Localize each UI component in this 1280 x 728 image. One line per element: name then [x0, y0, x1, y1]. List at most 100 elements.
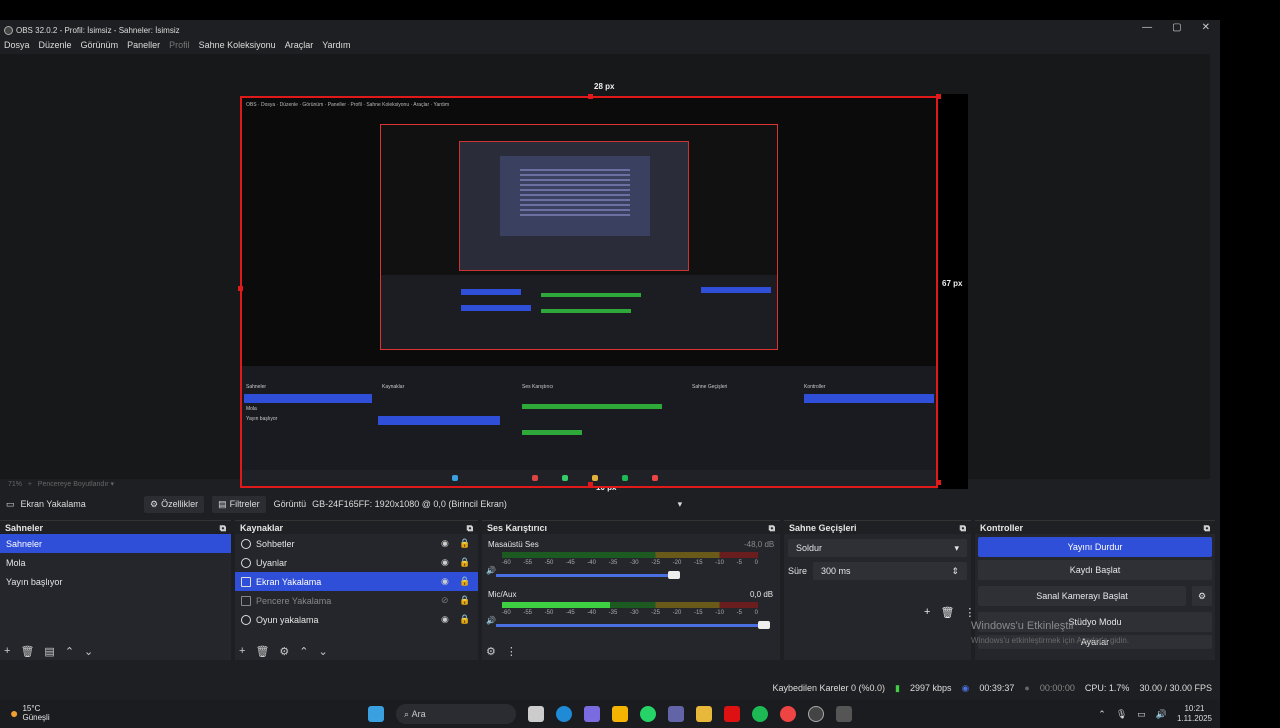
- stop-stream-button[interactable]: Yayını Durdur: [978, 537, 1212, 557]
- scene-item[interactable]: Sahneler: [0, 534, 231, 553]
- trash-icon[interactable]: 🗑: [255, 645, 269, 658]
- filter-icon[interactable]: ▤: [44, 645, 54, 658]
- menu-paneller[interactable]: Paneller: [127, 40, 160, 54]
- arrow-up-icon[interactable]: ⌃: [299, 645, 308, 658]
- minimize-button[interactable]: —: [1142, 22, 1152, 33]
- add-icon[interactable]: +: [239, 645, 245, 658]
- fps: 30.00 / 30.00 FPS: [1139, 683, 1212, 693]
- menu-yardim[interactable]: Yardım: [322, 40, 350, 54]
- track-db: -48,0 dB: [744, 540, 775, 549]
- filters-button[interactable]: ▤ Filtreler: [212, 495, 266, 513]
- menu-gorunum[interactable]: Görünüm: [81, 40, 119, 54]
- gear-icon[interactable]: ⚙: [1192, 586, 1212, 606]
- level-meter: [502, 552, 758, 558]
- volume-knob[interactable]: [758, 621, 770, 629]
- duration-spinbox[interactable]: 300 ms ⇕: [813, 562, 967, 580]
- dock-icon[interactable]: ⧉: [1204, 523, 1210, 533]
- speaker-icon[interactable]: 🔊: [486, 616, 496, 625]
- more-icon[interactable]: ⋮: [964, 606, 975, 619]
- add-icon[interactable]: +: [924, 606, 930, 619]
- volume-icon[interactable]: 🔊: [1156, 709, 1167, 720]
- volume-slider[interactable]: [496, 624, 758, 627]
- trash-icon[interactable]: 🗑: [940, 606, 954, 619]
- menu-sahne-koleksiyonu[interactable]: Sahne Koleksiyonu: [199, 40, 276, 54]
- menu-duzenle[interactable]: Düzenle: [39, 40, 72, 54]
- spinner-icon: ⇕: [951, 565, 959, 576]
- stream-time: 00:39:37: [979, 683, 1015, 693]
- screen-capture-source[interactable]: OBS · Dosya · Düzenle · Görünüm · Panell…: [240, 96, 938, 488]
- add-icon[interactable]: +: [4, 645, 10, 658]
- track-name: Masaüstü Ses: [488, 540, 539, 549]
- properties-button[interactable]: ⚙ Özellikler: [144, 495, 205, 513]
- preview-area[interactable]: 28 px 67 px 10 px OBS · Dosya · Düzenle …: [0, 54, 1210, 492]
- track-db: 0,0 dB: [750, 590, 774, 599]
- menu-araclar[interactable]: Araçlar: [285, 40, 314, 54]
- gear-icon[interactable]: ⚙: [486, 645, 496, 658]
- close-button[interactable]: ✕: [1202, 22, 1210, 33]
- transition-dropdown[interactable]: Soldur ▾: [788, 539, 967, 557]
- fit-mode-dropdown[interactable]: Pencereye Boyutlandır: [38, 481, 109, 488]
- top-margin-label: 28 px: [594, 82, 615, 91]
- trash-icon[interactable]: 🗑: [20, 645, 34, 658]
- dock-icon[interactable]: ⧉: [960, 523, 966, 533]
- menu-dosya[interactable]: Dosya: [4, 40, 30, 54]
- search-box[interactable]: ⌕ Ara: [396, 704, 516, 724]
- start-recording-button[interactable]: Kaydı Başlat: [978, 560, 1212, 580]
- weather-desc: Güneşli: [22, 713, 50, 722]
- mic-icon[interactable]: 🎙: [1116, 709, 1127, 720]
- eye-icon: ◉: [441, 538, 449, 548]
- volume-slider[interactable]: [496, 574, 676, 577]
- dock-panels: Sahneler ⧉ Sahneler Mola Yayın başlıyor +…: [0, 520, 1220, 660]
- clock[interactable]: 10:21 1.11.2025: [1177, 704, 1212, 724]
- tick-label: -60: [502, 560, 511, 566]
- tick-label: -40: [587, 610, 596, 616]
- menu-profil[interactable]: Profil: [169, 40, 190, 54]
- clock-date: 1.11.2025: [1177, 714, 1212, 723]
- arrow-up-icon[interactable]: ⌃: [65, 645, 74, 658]
- controls-title: Kontroller: [980, 523, 1024, 533]
- speaker-icon[interactable]: 🔊: [486, 566, 496, 575]
- tick-label: -40: [587, 560, 596, 566]
- record-icon: ●: [1024, 683, 1030, 693]
- volume-knob[interactable]: [668, 571, 680, 579]
- weather-temp: 15°C: [22, 704, 41, 713]
- chevron-up-icon[interactable]: ⌃: [1098, 709, 1106, 720]
- dock-icon[interactable]: ⧉: [467, 523, 473, 533]
- scene-item[interactable]: Mola: [0, 553, 231, 572]
- arrow-down-icon[interactable]: ⌄: [84, 645, 93, 658]
- title-bar: OBS 32.0.2 - Profil: İsimsiz - Sahneler:…: [0, 20, 1220, 40]
- dock-icon[interactable]: ⧉: [220, 523, 226, 533]
- source-item[interactable]: Uyanlar ◉ 🔒: [235, 553, 478, 572]
- scene-item[interactable]: Yayın başlıyor: [0, 572, 231, 591]
- lock-icon: 🔒: [459, 576, 471, 586]
- source-item[interactable]: Oyun yakalama ◉ 🔒: [235, 610, 478, 629]
- dock-icon[interactable]: ⧉: [769, 523, 775, 533]
- tick-label: 0: [754, 610, 758, 616]
- network-icon[interactable]: ▭: [1137, 709, 1146, 720]
- properties-label: Özellikler: [161, 499, 199, 509]
- more-icon[interactable]: ⋮: [506, 645, 517, 658]
- filter-icon: ▤: [218, 498, 227, 509]
- tick-label: -60: [502, 610, 511, 616]
- tick-label: -35: [608, 610, 618, 616]
- eye-icon: ◉: [441, 557, 449, 567]
- source-item[interactable]: Pencere Yakalama ⊘ 🔒: [235, 591, 478, 610]
- display-dropdown[interactable]: GB-24F165FF: 1920x1080 @ 0,0 (Birincil E…: [312, 499, 682, 510]
- arrow-down-icon[interactable]: ⌄: [319, 645, 328, 658]
- weather-widget[interactable]: ● 15°C Güneşli: [10, 704, 50, 722]
- browser-icon: [241, 538, 251, 549]
- nested-docks: [381, 275, 777, 349]
- transitions-title: Sahne Geçişleri: [789, 523, 857, 533]
- clock-time: 10:21: [1184, 704, 1205, 713]
- tick-label: -35: [608, 560, 618, 566]
- source-item[interactable]: Ekran Yakalama ◉ 🔒: [235, 572, 478, 591]
- scenes-panel: Sahneler ⧉ Sahneler Mola Yayın başlıyor +…: [0, 520, 231, 660]
- virtual-camera-button[interactable]: Sanal Kamerayı Başlat: [978, 586, 1186, 606]
- gear-icon[interactable]: ⚙: [279, 645, 289, 658]
- source-item[interactable]: Sohbetler ◉ 🔒: [235, 534, 478, 553]
- nested-preview-4: [520, 166, 630, 216]
- zoom-level[interactable]: 71%: [8, 481, 22, 488]
- maximize-button[interactable]: ▢: [1172, 22, 1181, 33]
- selected-source-name: Ekran Yakalama: [20, 499, 86, 509]
- tick-label: -5: [736, 560, 742, 566]
